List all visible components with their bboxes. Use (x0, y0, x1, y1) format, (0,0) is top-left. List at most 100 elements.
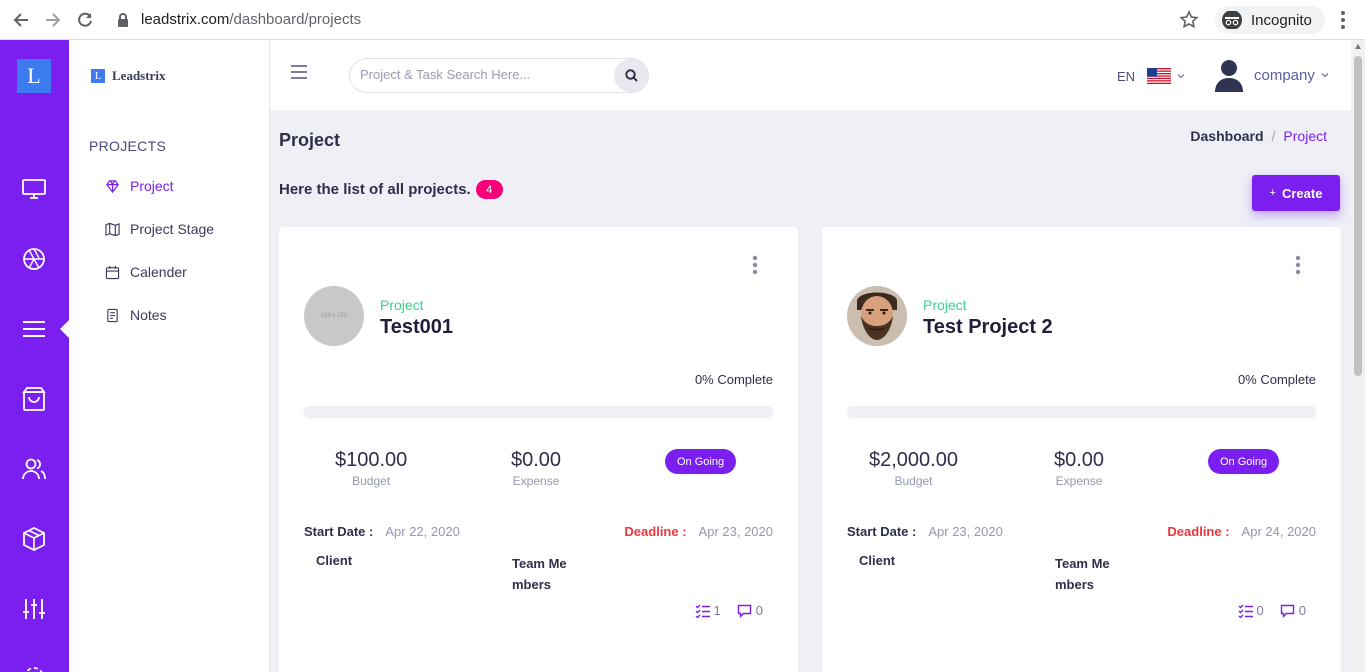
project-name[interactable]: Test001 (380, 316, 453, 339)
status-badge: On Going (1208, 449, 1280, 474)
tasks-number: 0 (1256, 603, 1264, 618)
project-label: Project (923, 297, 967, 313)
chevron-down-icon (1177, 74, 1185, 79)
card-menu-icon[interactable] (1295, 255, 1301, 275)
browser-toolbar: leadstrix.com/dashboard/projects Incogni… (0, 0, 1365, 40)
diamond-icon (106, 179, 119, 193)
progress-bar (304, 406, 773, 416)
search-button[interactable] (614, 59, 648, 92)
browser-menu-icon[interactable] (1336, 8, 1350, 32)
secondary-sidebar: L Leadstrix PROJECTS Project Project Sta… (69, 40, 270, 672)
start-date-label: Start Date : (847, 524, 917, 539)
tasks-number: 1 (713, 603, 721, 618)
project-card[interactable]: Project Test Project 2 0% Complete $2,00… (822, 227, 1341, 672)
budget-label: Budget (352, 474, 391, 488)
client-label: Client (316, 553, 353, 568)
deadline-label: Deadline : (624, 524, 687, 539)
tasks-count[interactable]: 0 (1238, 603, 1264, 618)
project-label: Project (380, 297, 424, 313)
completion-text: 0% Complete (694, 372, 773, 387)
plus-icon: + (1269, 187, 1276, 199)
start-date-value: Apr 23, 2020 (928, 524, 1003, 539)
shopping-bag-icon[interactable] (21, 386, 47, 412)
monitor-icon[interactable] (21, 176, 47, 202)
comment-icon (737, 604, 751, 618)
forward-arrow-icon[interactable] (41, 8, 65, 32)
page-scrollbar[interactable] (1351, 40, 1365, 672)
notes-icon (107, 308, 118, 322)
users-icon[interactable] (21, 456, 47, 482)
project-avatar-photo (847, 286, 907, 346)
budget-label: Budget (894, 474, 933, 488)
scrollbar-thumb[interactable] (1354, 56, 1362, 376)
app-logo[interactable]: L (17, 59, 51, 93)
deadline-value: Apr 23, 2020 (698, 524, 773, 539)
search-icon (624, 69, 638, 82)
task-list-icon (695, 604, 710, 618)
address-bar[interactable]: leadstrix.com/dashboard/projects (141, 11, 361, 28)
bearded-man-avatar-icon (847, 286, 907, 346)
chevron-down-icon (1321, 73, 1329, 78)
avatar-placeholder-text: 150 x 150 (320, 313, 348, 319)
breadcrumb-current: Project (1283, 128, 1327, 144)
user-menu[interactable]: company (1214, 58, 1329, 92)
top-header: EN company (270, 40, 1351, 110)
sliders-icon[interactable] (21, 596, 47, 622)
menu-list-icon[interactable] (21, 316, 47, 342)
create-button-label: Create (1281, 185, 1323, 201)
brand-mark: L (91, 69, 105, 83)
deadline-label: Deadline : (1167, 524, 1230, 539)
budget-stat: $2,000.00 Budget (869, 449, 958, 488)
team-members-label: Team Members (512, 556, 567, 592)
brand-logo[interactable]: L Leadstrix (91, 68, 165, 84)
card-meta: 1 0 (695, 603, 763, 618)
comments-count[interactable]: 0 (1280, 603, 1306, 618)
sidebar-item-label: Notes (130, 307, 167, 323)
project-name[interactable]: Test Project 2 (923, 316, 1053, 339)
tasks-count[interactable]: 1 (695, 603, 721, 618)
breadcrumb-home[interactable]: Dashboard (1190, 128, 1263, 144)
expense-stat: $0.00 Expense (1054, 449, 1104, 488)
sidebar-item-notes[interactable]: Notes (105, 307, 167, 323)
bookmark-star-icon[interactable] (1178, 9, 1200, 31)
comments-count[interactable]: 0 (737, 603, 763, 618)
sidebar-item-project[interactable]: Project (105, 178, 174, 194)
breadcrumb: Dashboard / Project (1190, 128, 1327, 144)
deadline-row: Deadline : Apr 23, 2020 (624, 524, 773, 539)
expense-stat: $0.00 Expense (511, 449, 561, 488)
list-title-text: Here the list of all projects. (279, 181, 471, 198)
incognito-indicator[interactable]: Incognito (1215, 6, 1325, 34)
card-menu-icon[interactable] (752, 255, 758, 275)
client-label: Client (859, 553, 896, 568)
us-flag-icon (1147, 68, 1172, 84)
hamburger-icon[interactable] (291, 65, 307, 79)
sidebar-item-calender[interactable]: Calender (105, 264, 187, 280)
sidebar-item-label: Calender (130, 264, 187, 280)
search-box (349, 58, 649, 93)
language-selector[interactable]: EN (1117, 68, 1185, 84)
comment-icon (1280, 604, 1294, 618)
project-card[interactable]: 150 x 150 Project Test001 0% Complete $1… (279, 227, 798, 672)
sidebar-item-project-stage[interactable]: Project Stage (105, 221, 214, 237)
comments-number: 0 (1298, 603, 1306, 618)
completion-text: 0% Complete (1237, 372, 1316, 387)
url-host: leadstrix.com (141, 11, 230, 28)
card-meta: 0 0 (1238, 603, 1306, 618)
expense-value: $0.00 (1054, 449, 1105, 471)
aperture-icon[interactable] (21, 246, 47, 272)
deadline-value: Apr 24, 2020 (1241, 524, 1316, 539)
budget-value: $100.00 (335, 449, 408, 471)
project-avatar-placeholder: 150 x 150 (304, 286, 364, 346)
budget-stat: $100.00 Budget (335, 449, 407, 488)
package-icon[interactable] (21, 526, 47, 552)
search-input[interactable] (360, 67, 610, 82)
reload-icon[interactable] (73, 8, 97, 32)
lock-icon (118, 13, 128, 27)
create-button[interactable]: + Create (1252, 175, 1340, 211)
deadline-row: Deadline : Apr 24, 2020 (1167, 524, 1316, 539)
settings-icon[interactable] (21, 664, 47, 672)
scroll-up-arrow-icon[interactable] (1355, 44, 1361, 49)
list-title: Here the list of all projects. 4 (279, 180, 503, 199)
page-title: Project (279, 130, 341, 150)
back-arrow-icon[interactable] (9, 8, 33, 32)
